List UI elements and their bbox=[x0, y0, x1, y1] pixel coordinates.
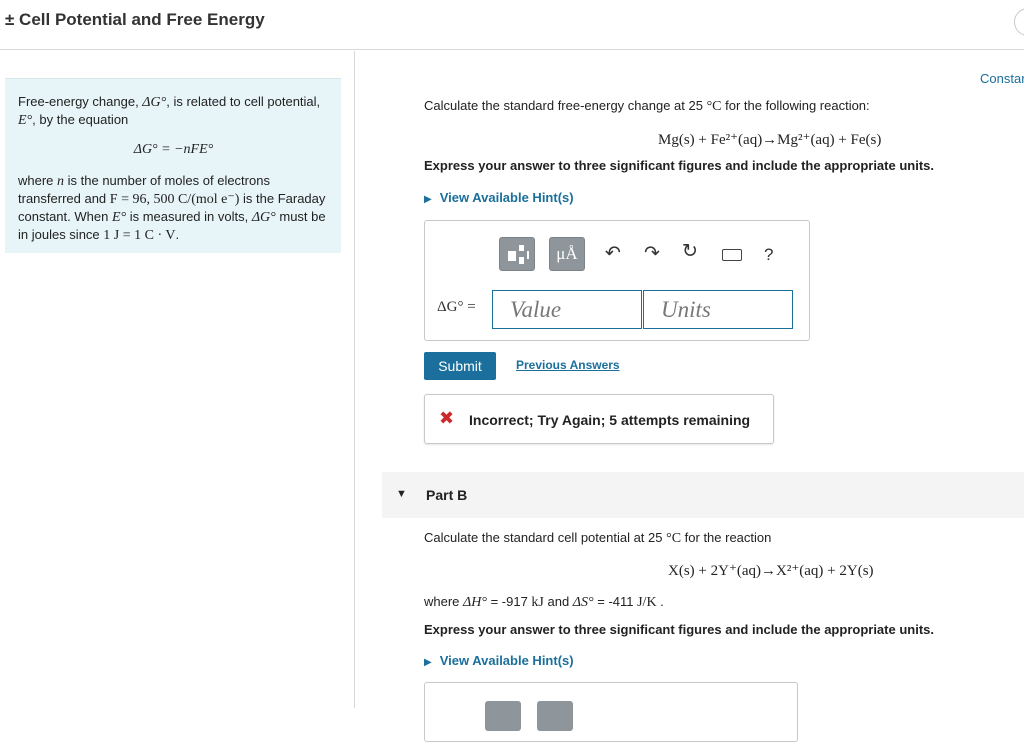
temp-unit: °C bbox=[666, 531, 682, 546]
template-square-icon bbox=[519, 257, 524, 264]
delta-s-unit: J/K bbox=[637, 595, 657, 610]
part-b-prompt: Calculate the standard cell potential at… bbox=[424, 530, 771, 547]
value-input[interactable] bbox=[492, 290, 642, 329]
submit-button[interactable]: Submit bbox=[424, 352, 496, 380]
units-input[interactable] bbox=[643, 290, 793, 329]
prompt-text: Calculate the standard free-energy chang… bbox=[424, 98, 707, 113]
feedback-box: ✖ Incorrect; Try Again; 5 attempts remai… bbox=[424, 394, 774, 444]
part-b-given-values: where ΔH° = -917 kJ and ΔS° = -411 J/K . bbox=[424, 594, 664, 611]
units-button[interactable]: μÅ bbox=[549, 237, 585, 271]
prompt-text: for the following reaction: bbox=[721, 98, 870, 113]
header-circle-button[interactable] bbox=[1014, 8, 1024, 36]
part-b-answer-panel bbox=[424, 682, 798, 742]
delta-g-symbol: ΔG° bbox=[251, 210, 276, 225]
templates-button[interactable] bbox=[499, 237, 535, 271]
reset-icon[interactable]: ↻ bbox=[682, 241, 698, 263]
caret-right-icon: ▶ bbox=[424, 657, 432, 668]
hint-label: View Available Hint(s) bbox=[439, 190, 574, 205]
redo-icon[interactable]: ↷ bbox=[644, 243, 660, 265]
given-text: and bbox=[543, 594, 573, 609]
template-square-icon bbox=[519, 245, 524, 251]
delta-g-symbol: ΔG° bbox=[142, 95, 167, 110]
intro-text: , by the equation bbox=[32, 112, 129, 127]
caret-down-icon: ▼ bbox=[396, 488, 407, 500]
page-title: ± Cell Potential and Free Energy bbox=[5, 10, 265, 29]
e-symbol: E° bbox=[18, 113, 33, 128]
intro-equation: ΔG° = −nFE° bbox=[133, 142, 214, 157]
incorrect-x-icon: ✖ bbox=[439, 408, 455, 428]
faraday-definition: F = 96, 500 C/(mol e⁻) bbox=[109, 192, 240, 207]
given-text: where bbox=[424, 594, 464, 609]
part-b-title: Part B bbox=[426, 487, 468, 503]
intro-box: Free-energy change, ΔG°, is related to c… bbox=[5, 78, 341, 253]
caret-right-icon: ▶ bbox=[424, 194, 432, 205]
intro-text: Free-energy change, bbox=[18, 94, 143, 109]
delta-g-answer-label: ΔG° = bbox=[437, 299, 476, 315]
hint-label: View Available Hint(s) bbox=[439, 653, 574, 668]
intro-text: , is related to cell potential, bbox=[166, 94, 321, 109]
pane-divider bbox=[354, 51, 355, 708]
n-symbol: n bbox=[57, 174, 65, 189]
template-square-icon bbox=[508, 251, 516, 261]
part-b-instructions: Express your answer to three significant… bbox=[424, 622, 934, 637]
intro-text: is measured in volts, bbox=[126, 209, 252, 224]
given-text: . bbox=[656, 594, 664, 609]
delta-h-unit: kJ bbox=[531, 595, 544, 610]
undo-icon[interactable]: ↶ bbox=[605, 243, 621, 265]
unit-definition: 1 J = 1 C · V bbox=[103, 228, 176, 243]
templates-button[interactable] bbox=[485, 701, 521, 731]
intro-paragraph: Free-energy change, ΔG°, is related to c… bbox=[18, 93, 329, 129]
delta-h-symbol: ΔH° bbox=[463, 595, 487, 610]
part-a-instructions: Express your answer to three significant… bbox=[424, 158, 934, 173]
help-icon[interactable]: ? bbox=[764, 244, 773, 266]
intro-text: where bbox=[18, 173, 58, 188]
prompt-text: Calculate the standard cell potential at… bbox=[424, 530, 667, 545]
part-a-hint-link[interactable]: ▶ View Available Hint(s) bbox=[424, 190, 574, 205]
keyboard-icon[interactable] bbox=[722, 249, 742, 261]
part-b-reaction: X(s) + 2Y⁺(aq)→X²⁺(aq) + 2Y(s) bbox=[668, 563, 874, 579]
template-bar-icon bbox=[527, 251, 529, 259]
previous-answers-link[interactable]: Previous Answers bbox=[516, 358, 620, 372]
delta-s-value: = -411 bbox=[593, 594, 638, 609]
temp-unit: °C bbox=[706, 99, 722, 114]
prompt-text: for the reaction bbox=[681, 530, 772, 545]
part-a-prompt: Calculate the standard free-energy chang… bbox=[424, 98, 870, 115]
part-b-header[interactable]: ▼ Part B bbox=[382, 472, 1024, 518]
part-b-hint-link[interactable]: ▶ View Available Hint(s) bbox=[424, 653, 574, 668]
delta-s-symbol: ΔS° bbox=[572, 595, 594, 610]
delta-h-value: = -917 bbox=[486, 594, 532, 609]
part-a-reaction: Mg(s) + Fe²⁺(aq)→Mg²⁺(aq) + Fe(s) bbox=[658, 132, 882, 148]
units-button[interactable] bbox=[537, 701, 573, 731]
intro-text: . bbox=[175, 227, 180, 242]
constants-link[interactable]: Constar bbox=[980, 71, 1024, 86]
feedback-text: Incorrect; Try Again; 5 attempts remaini… bbox=[469, 412, 751, 428]
top-header: ± Cell Potential and Free Energy bbox=[0, 0, 1024, 50]
intro-where-paragraph: where n is the number of moles of electr… bbox=[18, 172, 329, 244]
e-symbol: E° bbox=[111, 210, 127, 225]
answer-panel: μÅ ↶ ↷ ↻ ? ΔG° = bbox=[424, 220, 810, 341]
